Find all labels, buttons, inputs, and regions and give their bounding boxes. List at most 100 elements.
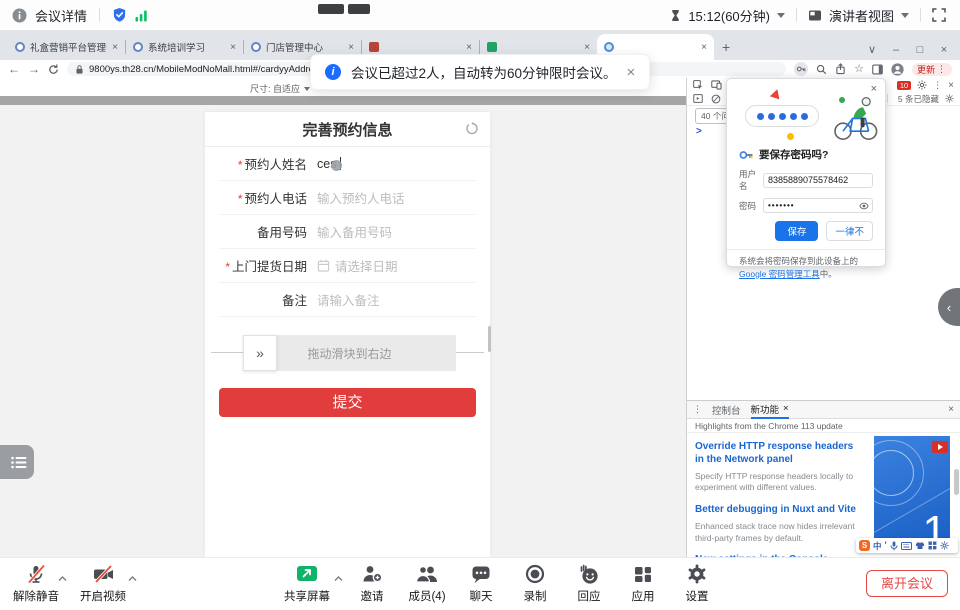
share-icon[interactable] bbox=[835, 63, 846, 75]
members-button[interactable]: 成员(4) bbox=[399, 562, 455, 604]
save-button[interactable]: 保存 bbox=[775, 221, 818, 241]
padlock-icon[interactable] bbox=[75, 64, 84, 75]
video-options-chevron[interactable] bbox=[128, 576, 137, 582]
browser-tab-2[interactable]: 系统培训学习 × bbox=[126, 34, 243, 60]
console-prompt[interactable]: > bbox=[696, 126, 702, 137]
mic-options-chevron[interactable] bbox=[58, 576, 67, 582]
ime-skin-icon[interactable] bbox=[915, 541, 925, 550]
slider-handle[interactable]: » bbox=[243, 335, 277, 371]
profile-avatar[interactable] bbox=[891, 63, 904, 76]
console-settings-icon[interactable] bbox=[945, 94, 954, 103]
phone-input-placeholder[interactable]: 输入预约人电话 bbox=[317, 188, 405, 207]
bookmark-star-icon[interactable]: ☆ bbox=[854, 64, 864, 75]
ime-punctuation-toggle[interactable]: ' bbox=[885, 541, 887, 550]
share-options-chevron[interactable] bbox=[334, 576, 343, 582]
chrome-update-button[interactable]: 更新 ⋮ bbox=[912, 63, 952, 76]
device-toggle-icon[interactable] bbox=[711, 80, 722, 90]
chat-button[interactable]: 聊天 bbox=[453, 562, 509, 604]
remark-input-placeholder[interactable]: 请输入备注 bbox=[317, 290, 380, 309]
tab-close-icon[interactable]: × bbox=[112, 42, 118, 53]
article-link[interactable]: Override HTTP response headers in the Ne… bbox=[695, 441, 863, 466]
tab-whats-new[interactable]: 新功能 × bbox=[751, 401, 789, 419]
tab-close-icon[interactable]: × bbox=[783, 403, 789, 414]
timer-dropdown-icon[interactable] bbox=[777, 13, 785, 18]
tab-search-icon[interactable]: ∨ bbox=[860, 43, 884, 56]
field-row-name[interactable]: *预约人姓名 ces bbox=[219, 147, 476, 181]
start-video-button[interactable]: 开启视频 bbox=[75, 562, 131, 604]
settings-button[interactable]: 设置 bbox=[669, 562, 725, 604]
leave-meeting-button[interactable]: 离开会议 bbox=[866, 570, 948, 597]
password-manager-link[interactable]: Google 密码管理工具 bbox=[739, 269, 820, 279]
username-field[interactable]: 8385889075578462 bbox=[763, 173, 873, 188]
meeting-details-label[interactable]: 会议详情 bbox=[35, 6, 87, 25]
security-shield-icon[interactable] bbox=[112, 7, 127, 23]
reaction-button[interactable]: 回应 bbox=[561, 562, 617, 604]
notification-close-icon[interactable]: × bbox=[627, 64, 636, 81]
view-mode-label[interactable]: 演讲者视图 bbox=[829, 6, 894, 25]
invite-button[interactable]: 邀请 bbox=[344, 562, 400, 604]
window-close-icon[interactable]: × bbox=[932, 44, 956, 56]
record-button[interactable]: 录制 bbox=[507, 562, 563, 604]
field-row-remark[interactable]: 备注 请输入备注 bbox=[219, 283, 476, 317]
sogou-logo-icon[interactable]: S bbox=[859, 540, 870, 551]
zoom-icon[interactable] bbox=[816, 64, 827, 75]
hidden-messages-label[interactable]: 5 条已隐藏 bbox=[898, 93, 939, 105]
maximize-icon[interactable]: □ bbox=[908, 44, 932, 56]
ime-grid-icon[interactable] bbox=[928, 541, 937, 550]
minimize-icon[interactable]: – bbox=[884, 44, 908, 56]
password-field[interactable]: ••••••• bbox=[763, 198, 873, 213]
fullscreen-icon[interactable] bbox=[932, 8, 946, 22]
tab-close-icon[interactable]: × bbox=[348, 42, 354, 53]
backup-input-placeholder[interactable]: 输入备用号码 bbox=[317, 222, 392, 241]
apps-button[interactable]: 应用 bbox=[615, 562, 671, 604]
devtools-close-icon[interactable]: × bbox=[948, 80, 954, 91]
devtools-menu-icon[interactable]: ⋮ bbox=[933, 80, 942, 91]
password-key-icon[interactable] bbox=[794, 62, 808, 76]
show-password-eye-icon[interactable] bbox=[859, 202, 869, 210]
unmute-button[interactable]: 解除静音 bbox=[8, 562, 64, 604]
date-picker[interactable]: 请选择日期 bbox=[317, 256, 398, 275]
tab-close-icon[interactable]: × bbox=[230, 42, 236, 53]
ime-mic-icon[interactable] bbox=[890, 541, 898, 551]
meeting-list-collapsed-panel[interactable] bbox=[0, 445, 34, 479]
tab-console[interactable]: 控制台 bbox=[712, 401, 741, 419]
menu-dots-icon[interactable]: ⋮ bbox=[937, 64, 946, 75]
drawer-close-icon[interactable]: × bbox=[948, 404, 954, 415]
share-screen-button[interactable]: 共享屏幕 bbox=[279, 562, 335, 604]
drawer-menu-icon[interactable]: ⋮ bbox=[693, 404, 702, 415]
back-icon[interactable]: ← bbox=[8, 63, 20, 75]
ime-language-toggle[interactable]: 中 bbox=[873, 540, 882, 552]
devtools-settings-icon[interactable] bbox=[917, 80, 927, 90]
article-link[interactable]: Better debugging in Nuxt and Vite bbox=[695, 504, 863, 517]
info-icon[interactable] bbox=[12, 8, 27, 23]
reload-icon[interactable] bbox=[48, 64, 59, 75]
undo-icon[interactable] bbox=[465, 122, 479, 136]
play-button-icon[interactable] bbox=[932, 441, 948, 453]
console-sidebar-icon[interactable] bbox=[693, 94, 703, 103]
drawer-scrollbar[interactable] bbox=[954, 469, 959, 495]
ime-settings-icon[interactable] bbox=[940, 541, 949, 550]
tab-close-icon[interactable]: × bbox=[584, 42, 590, 53]
ime-keyboard-icon[interactable] bbox=[901, 542, 912, 550]
never-button[interactable]: 一律不 bbox=[826, 221, 873, 241]
field-row-pickup-date[interactable]: *上门提货日期 请选择日期 bbox=[219, 249, 476, 283]
tab-close-icon[interactable]: × bbox=[701, 42, 707, 53]
submit-button[interactable]: 提交 bbox=[219, 388, 476, 417]
issues-badge[interactable]: 10 bbox=[897, 81, 911, 90]
forward-icon[interactable]: → bbox=[28, 63, 40, 75]
device-size-dropdown[interactable]: 尺寸: 自适应 bbox=[250, 82, 310, 95]
inspect-element-icon[interactable] bbox=[693, 80, 703, 90]
field-row-backup-phone[interactable]: 备用号码 输入备用号码 bbox=[219, 215, 476, 249]
side-panel-icon[interactable] bbox=[872, 64, 883, 75]
network-signal-icon[interactable] bbox=[135, 9, 148, 22]
ime-toolbar[interactable]: S 中 ' bbox=[856, 538, 958, 553]
dimension-box[interactable] bbox=[318, 4, 344, 14]
viewport-scrollbar[interactable] bbox=[488, 326, 491, 352]
browser-tab-1[interactable]: 礼盒营销平台管理中心 × bbox=[8, 34, 125, 60]
tab-close-icon[interactable]: × bbox=[466, 42, 472, 53]
new-tab-icon[interactable]: + bbox=[722, 39, 730, 55]
field-row-phone[interactable]: *预约人电话 输入预约人电话 bbox=[219, 181, 476, 215]
dimension-box[interactable] bbox=[348, 4, 370, 14]
clear-console-icon[interactable] bbox=[711, 94, 721, 104]
view-dropdown-icon[interactable] bbox=[901, 13, 909, 18]
